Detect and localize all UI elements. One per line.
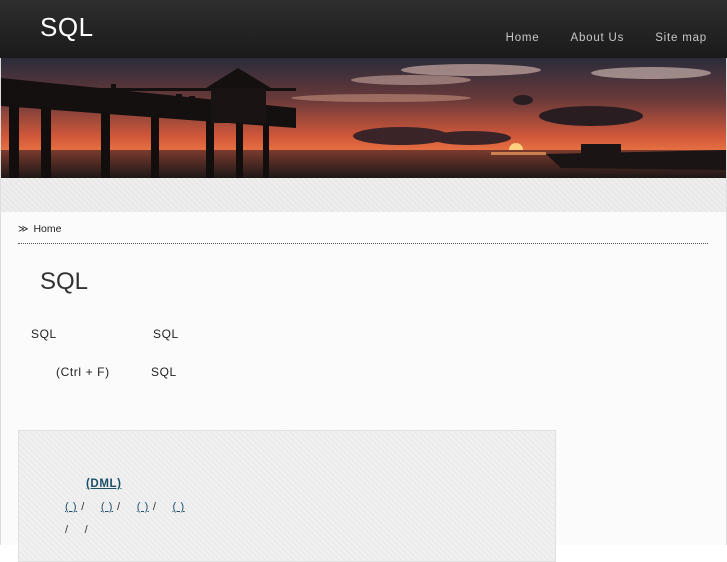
menu-row-1: ( ) /( ) /( ) /( ) [53,501,185,513]
sql-menu-box [18,430,556,562]
intro-text-1b: SQL [153,327,179,341]
menu-link-2[interactable]: ( ) [89,501,113,513]
page-title: SQL [40,268,89,295]
menu-link-7[interactable] [92,524,100,536]
main-nav: Home About Us Site map [506,32,707,44]
menu-link-5[interactable] [53,524,61,536]
menu-heading: (DML) [36,478,122,490]
breadcrumb-arrow-icon: ≫ [18,224,29,235]
site-header: SQL Home About Us Site map [0,0,727,58]
menu-separator: / [65,524,69,536]
intro-text-1a: SQL [31,327,57,341]
breadcrumb-home-link[interactable]: Home [33,223,61,235]
menu-separator: / [152,501,157,513]
site-title[interactable]: SQL [40,12,94,43]
nav-home[interactable]: Home [506,32,540,44]
banner-bottom-band [1,178,726,213]
menu-link-1[interactable]: ( ) [53,501,77,513]
menu-separator: / [84,524,89,536]
menu-link-3[interactable]: ( ) [125,501,149,513]
nav-about-us[interactable]: About Us [571,32,625,44]
menu-link-6[interactable] [73,524,81,536]
sunset-banner-image [1,58,726,178]
menu-heading-link[interactable]: (DML) [36,478,122,490]
nav-site-map[interactable]: Site map [655,32,707,44]
menu-separator: / [81,501,85,513]
breadcrumb-divider [18,243,708,244]
intro-text-2a: (Ctrl + F) [56,365,110,379]
menu-link-4[interactable]: ( ) [161,501,185,513]
breadcrumb: ≫ Home [18,223,61,235]
menu-separator: / [117,501,121,513]
menu-row-2: / / [53,524,100,536]
intro-text-2b: SQL [151,365,177,379]
